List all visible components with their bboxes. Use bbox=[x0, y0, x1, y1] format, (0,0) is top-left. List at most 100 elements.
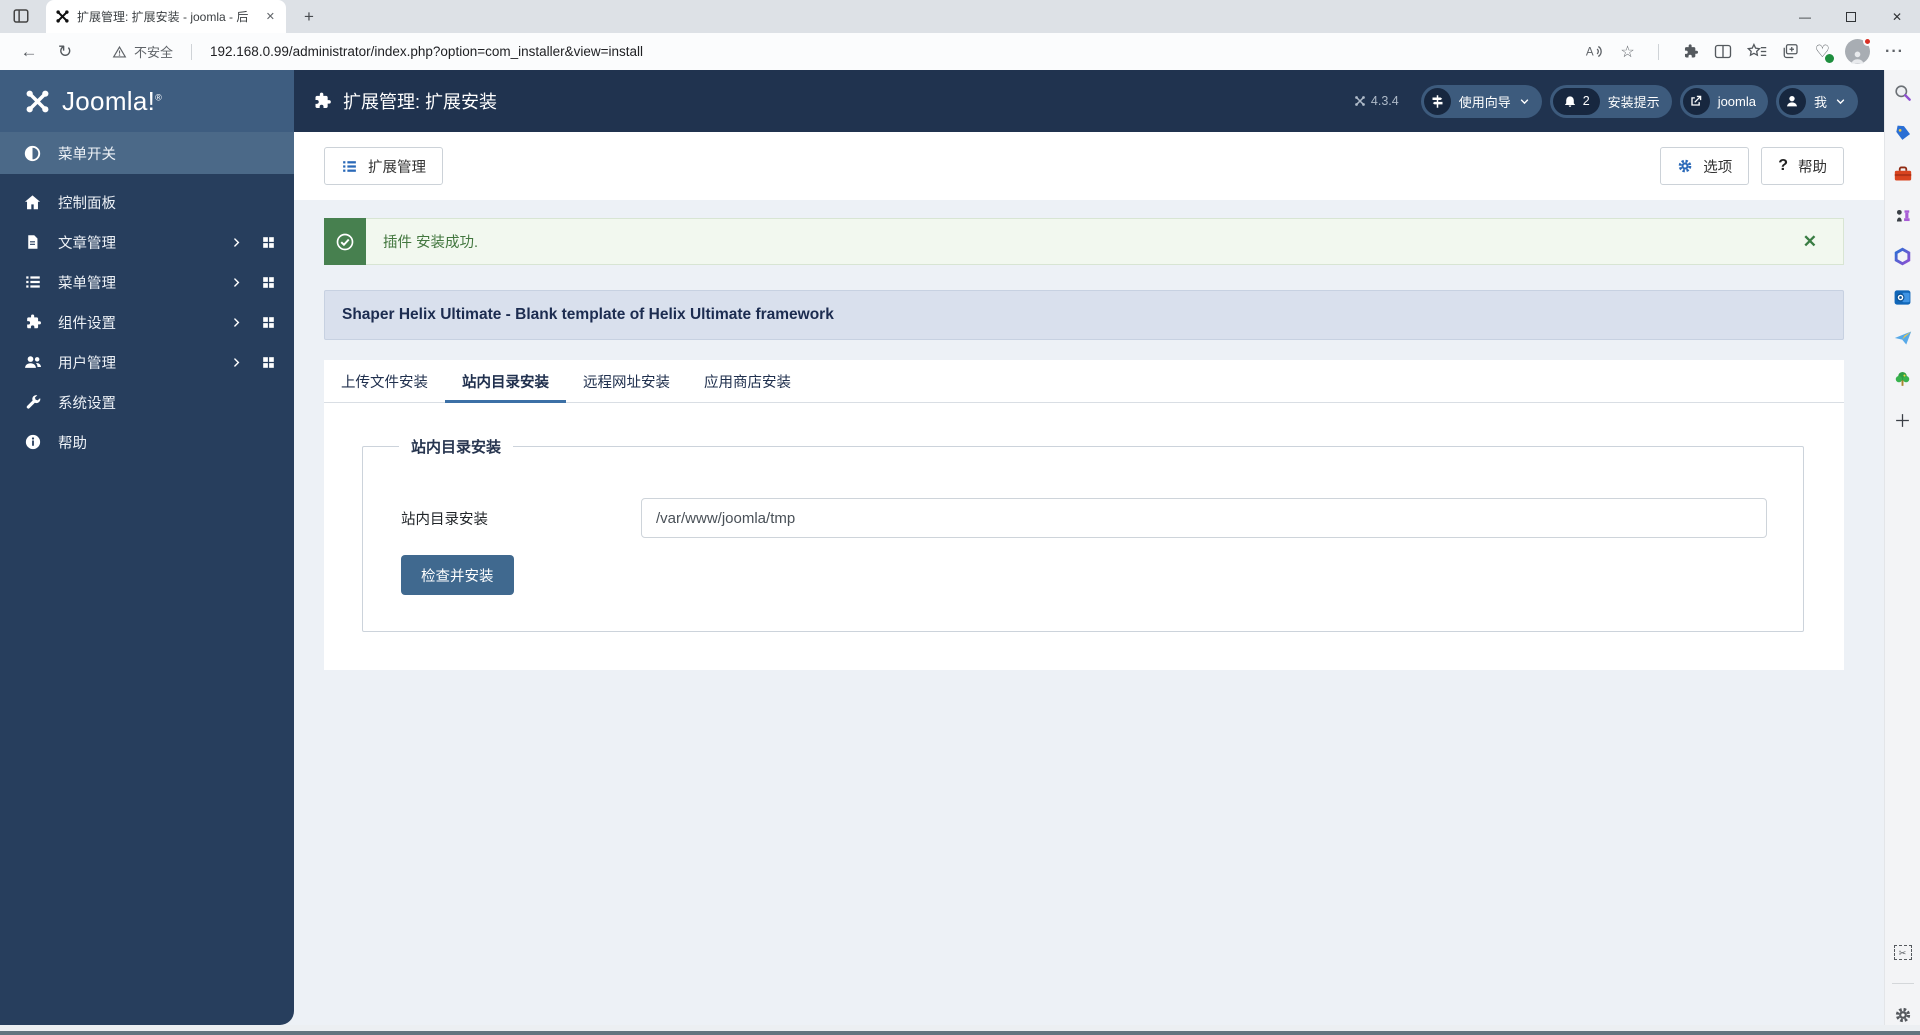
sidebar-item-controls bbox=[230, 235, 276, 250]
toolbar-right: 选项 ? 帮助 bbox=[1660, 147, 1844, 185]
extension-manager-button[interactable]: 扩展管理 bbox=[324, 147, 443, 185]
admin-header: Joomla!® 扩展管理: 扩展安装 4.3.4 使用向导 2 安装提示 jo… bbox=[0, 70, 1884, 132]
gear-icon bbox=[1677, 158, 1693, 174]
joomla-logo[interactable]: Joomla!® bbox=[0, 70, 294, 132]
sidebar-item-users[interactable]: 用户管理 bbox=[0, 342, 294, 382]
joomla-logo-text: Joomla!® bbox=[62, 85, 163, 116]
site-security-button[interactable]: 不安全 bbox=[112, 42, 173, 61]
grid-icon[interactable] bbox=[261, 315, 276, 330]
window-controls: — ✕ bbox=[1782, 0, 1920, 33]
user-icon bbox=[1778, 87, 1806, 115]
sidebar-item-help[interactable]: 帮助 bbox=[0, 422, 294, 462]
toolbox-icon[interactable] bbox=[1893, 164, 1913, 184]
tab-close-icon[interactable]: ✕ bbox=[264, 10, 277, 23]
browser-navbar: ← ↻ 不安全 192.168.0.99/administrator/index… bbox=[0, 33, 1920, 70]
notifications-pill[interactable]: 2 安装提示 bbox=[1549, 84, 1672, 118]
chevron-right-icon[interactable] bbox=[230, 316, 243, 329]
svg-text:A: A bbox=[1586, 46, 1594, 59]
refresh-button[interactable]: ↻ bbox=[52, 42, 78, 62]
extensions-icon[interactable] bbox=[1682, 43, 1699, 60]
sidebar-item-dashboard[interactable]: 控制面板 bbox=[0, 182, 294, 222]
microsoft-365-icon[interactable] bbox=[1893, 246, 1913, 266]
new-tab-button[interactable]: + bbox=[296, 4, 322, 30]
grid-icon[interactable] bbox=[261, 235, 276, 250]
grid-icon[interactable] bbox=[261, 275, 276, 290]
alert-close-icon[interactable]: ✕ bbox=[1803, 232, 1817, 252]
sidebar-item-menus[interactable]: 菜单管理 bbox=[0, 262, 294, 302]
install-tabs: 上传文件安装 站内目录安装 远程网址安装 应用商店安装 bbox=[324, 360, 1844, 403]
extension-manager-label: 扩展管理 bbox=[368, 159, 426, 176]
guided-tour-pill[interactable]: 使用向导 bbox=[1420, 84, 1542, 118]
alert-message: 插件 安装成功. bbox=[383, 235, 479, 251]
scissors-icon: ✂ bbox=[1898, 947, 1907, 958]
tab-install-from-url[interactable]: 远程网址安装 bbox=[566, 360, 687, 402]
person-icon bbox=[1851, 51, 1864, 64]
chevron-down-icon bbox=[1835, 96, 1846, 107]
view-site-pill[interactable]: joomla bbox=[1679, 84, 1768, 118]
signpost-icon bbox=[1423, 87, 1451, 115]
close-button[interactable]: ✕ bbox=[1874, 0, 1920, 33]
shopping-tag-icon[interactable] bbox=[1893, 123, 1913, 143]
success-alert: 插件 安装成功. ✕ bbox=[324, 218, 1844, 265]
favorites-bar-icon[interactable] bbox=[1746, 43, 1767, 60]
essentials-check-badge bbox=[1825, 53, 1835, 63]
help-button[interactable]: ? 帮助 bbox=[1761, 147, 1844, 185]
sidebar-item-components[interactable]: 组件设置 bbox=[0, 302, 294, 342]
info-icon bbox=[22, 433, 43, 451]
check-and-install-button[interactable]: 检查并安装 bbox=[401, 555, 514, 595]
chevron-right-icon[interactable] bbox=[230, 356, 243, 369]
tree-icon[interactable] bbox=[1893, 369, 1913, 389]
chevron-right-icon[interactable] bbox=[230, 236, 243, 249]
add-icon[interactable] bbox=[1893, 410, 1913, 430]
profile-avatar[interactable] bbox=[1845, 37, 1873, 64]
user-menu-pill[interactable]: 我 bbox=[1775, 84, 1858, 118]
sidebar-item-content[interactable]: 文章管理 bbox=[0, 222, 294, 262]
sidebar-item-label: 系统设置 bbox=[58, 395, 116, 412]
browser-menu-icon[interactable]: ··· bbox=[1885, 43, 1904, 61]
joomla-logo-icon bbox=[24, 88, 51, 115]
sidebar-item-label: 控制面板 bbox=[58, 195, 116, 212]
security-label: 不安全 bbox=[134, 45, 174, 60]
url-field[interactable]: 192.168.0.99/administrator/index.php?opt… bbox=[210, 44, 1567, 59]
split-screen-icon[interactable] bbox=[1714, 44, 1732, 59]
chevron-down-icon bbox=[1519, 96, 1530, 107]
browser-essentials-icon[interactable]: ♡ bbox=[1815, 42, 1835, 63]
collections-icon[interactable] bbox=[1782, 43, 1800, 60]
grid-icon[interactable] bbox=[261, 355, 276, 370]
chevron-right-icon[interactable] bbox=[230, 276, 243, 289]
notification-count-badge: 2 bbox=[1552, 87, 1600, 115]
install-folder-input[interactable] bbox=[641, 498, 1767, 538]
read-aloud-icon[interactable]: A bbox=[1585, 43, 1605, 60]
bell-icon bbox=[1563, 94, 1577, 108]
sidebar-item-controls bbox=[230, 355, 276, 370]
maximize-button[interactable] bbox=[1828, 0, 1874, 33]
browser-tab[interactable]: 扩展管理: 扩展安装 - joomla - 后 ✕ bbox=[46, 0, 286, 33]
home-icon bbox=[22, 193, 43, 212]
outlook-icon[interactable] bbox=[1893, 287, 1913, 307]
paper-plane-icon[interactable] bbox=[1893, 328, 1913, 348]
screenshot-icon[interactable]: ✂ bbox=[1893, 942, 1913, 962]
notifications-label: 安装提示 bbox=[1607, 94, 1660, 110]
search-icon[interactable] bbox=[1893, 82, 1913, 102]
list-icon bbox=[341, 158, 358, 175]
page-heading: 扩展管理: 扩展安装 bbox=[294, 70, 497, 132]
window-bottom-edge bbox=[0, 1031, 1920, 1035]
options-button[interactable]: 选项 bbox=[1660, 147, 1750, 185]
favorite-star-icon[interactable]: ☆ bbox=[1620, 42, 1634, 62]
tab-actions-icon[interactable] bbox=[12, 7, 30, 25]
screen: 扩展管理: 扩展安装 - joomla - 后 ✕ + — ✕ ← ↻ 不安全 … bbox=[0, 0, 1920, 1035]
tab-upload-package[interactable]: 上传文件安装 bbox=[324, 360, 445, 402]
sidebar-item-system[interactable]: 系统设置 bbox=[0, 382, 294, 422]
tab-install-from-web[interactable]: 应用商店安装 bbox=[687, 360, 808, 402]
minimize-button[interactable]: — bbox=[1782, 0, 1828, 33]
header-right: 4.3.4 使用向导 2 安装提示 joomla 我 bbox=[1354, 70, 1884, 132]
notification-count: 2 bbox=[1582, 94, 1590, 108]
sidebar-item-menu-toggle[interactable]: 菜单开关 bbox=[0, 132, 294, 174]
games-icon[interactable] bbox=[1893, 205, 1913, 225]
divider bbox=[191, 43, 193, 60]
settings-icon[interactable] bbox=[1893, 1005, 1913, 1025]
tab-install-from-folder[interactable]: 站内目录安装 bbox=[445, 360, 566, 403]
wrench-icon bbox=[22, 393, 43, 411]
back-button[interactable]: ← bbox=[16, 42, 42, 62]
install-card: 上传文件安装 站内目录安装 远程网址安装 应用商店安装 站内目录安装 站内目录安… bbox=[324, 360, 1844, 670]
